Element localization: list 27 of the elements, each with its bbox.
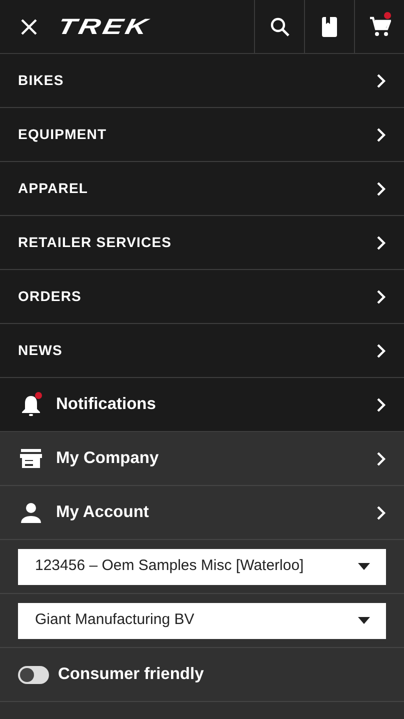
menu-item[interactable]: RETAILER SERVICES [0, 216, 404, 270]
menu-item[interactable]: BIKES [0, 54, 404, 108]
cart-icon [368, 16, 390, 38]
chevron-icon [376, 396, 386, 412]
person-icon [18, 501, 44, 526]
select-field[interactable]: 123456 – Oem Samples Misc [Waterloo] [18, 548, 386, 584]
chevron-icon [376, 180, 386, 196]
menu-item[interactable]: APPAREL [0, 162, 404, 216]
menu-item[interactable]: ORDERS [0, 270, 404, 324]
close-icon [20, 18, 38, 36]
select-field[interactable]: Giant Manufacturing BV [18, 602, 386, 638]
chevron-icon [376, 288, 386, 304]
logo[interactable]: TREK [56, 16, 152, 38]
chevron-icon [376, 234, 386, 250]
chevron-icon [376, 126, 386, 142]
menu-item[interactable]: EQUIPMENT [0, 108, 404, 162]
chevron-icon [376, 504, 386, 520]
toggle-switch[interactable] [18, 666, 49, 684]
caret-icon [358, 617, 370, 624]
chevron-icon [376, 342, 386, 358]
chevron-icon [376, 72, 386, 88]
toggle-label: Consumer friendly [58, 664, 204, 686]
menu-item[interactable]: NEWS [0, 324, 404, 378]
search-icon [268, 16, 290, 38]
caret-icon [358, 563, 370, 570]
chevron-icon [376, 450, 386, 466]
menu-item[interactable]: Notifications [0, 378, 404, 432]
